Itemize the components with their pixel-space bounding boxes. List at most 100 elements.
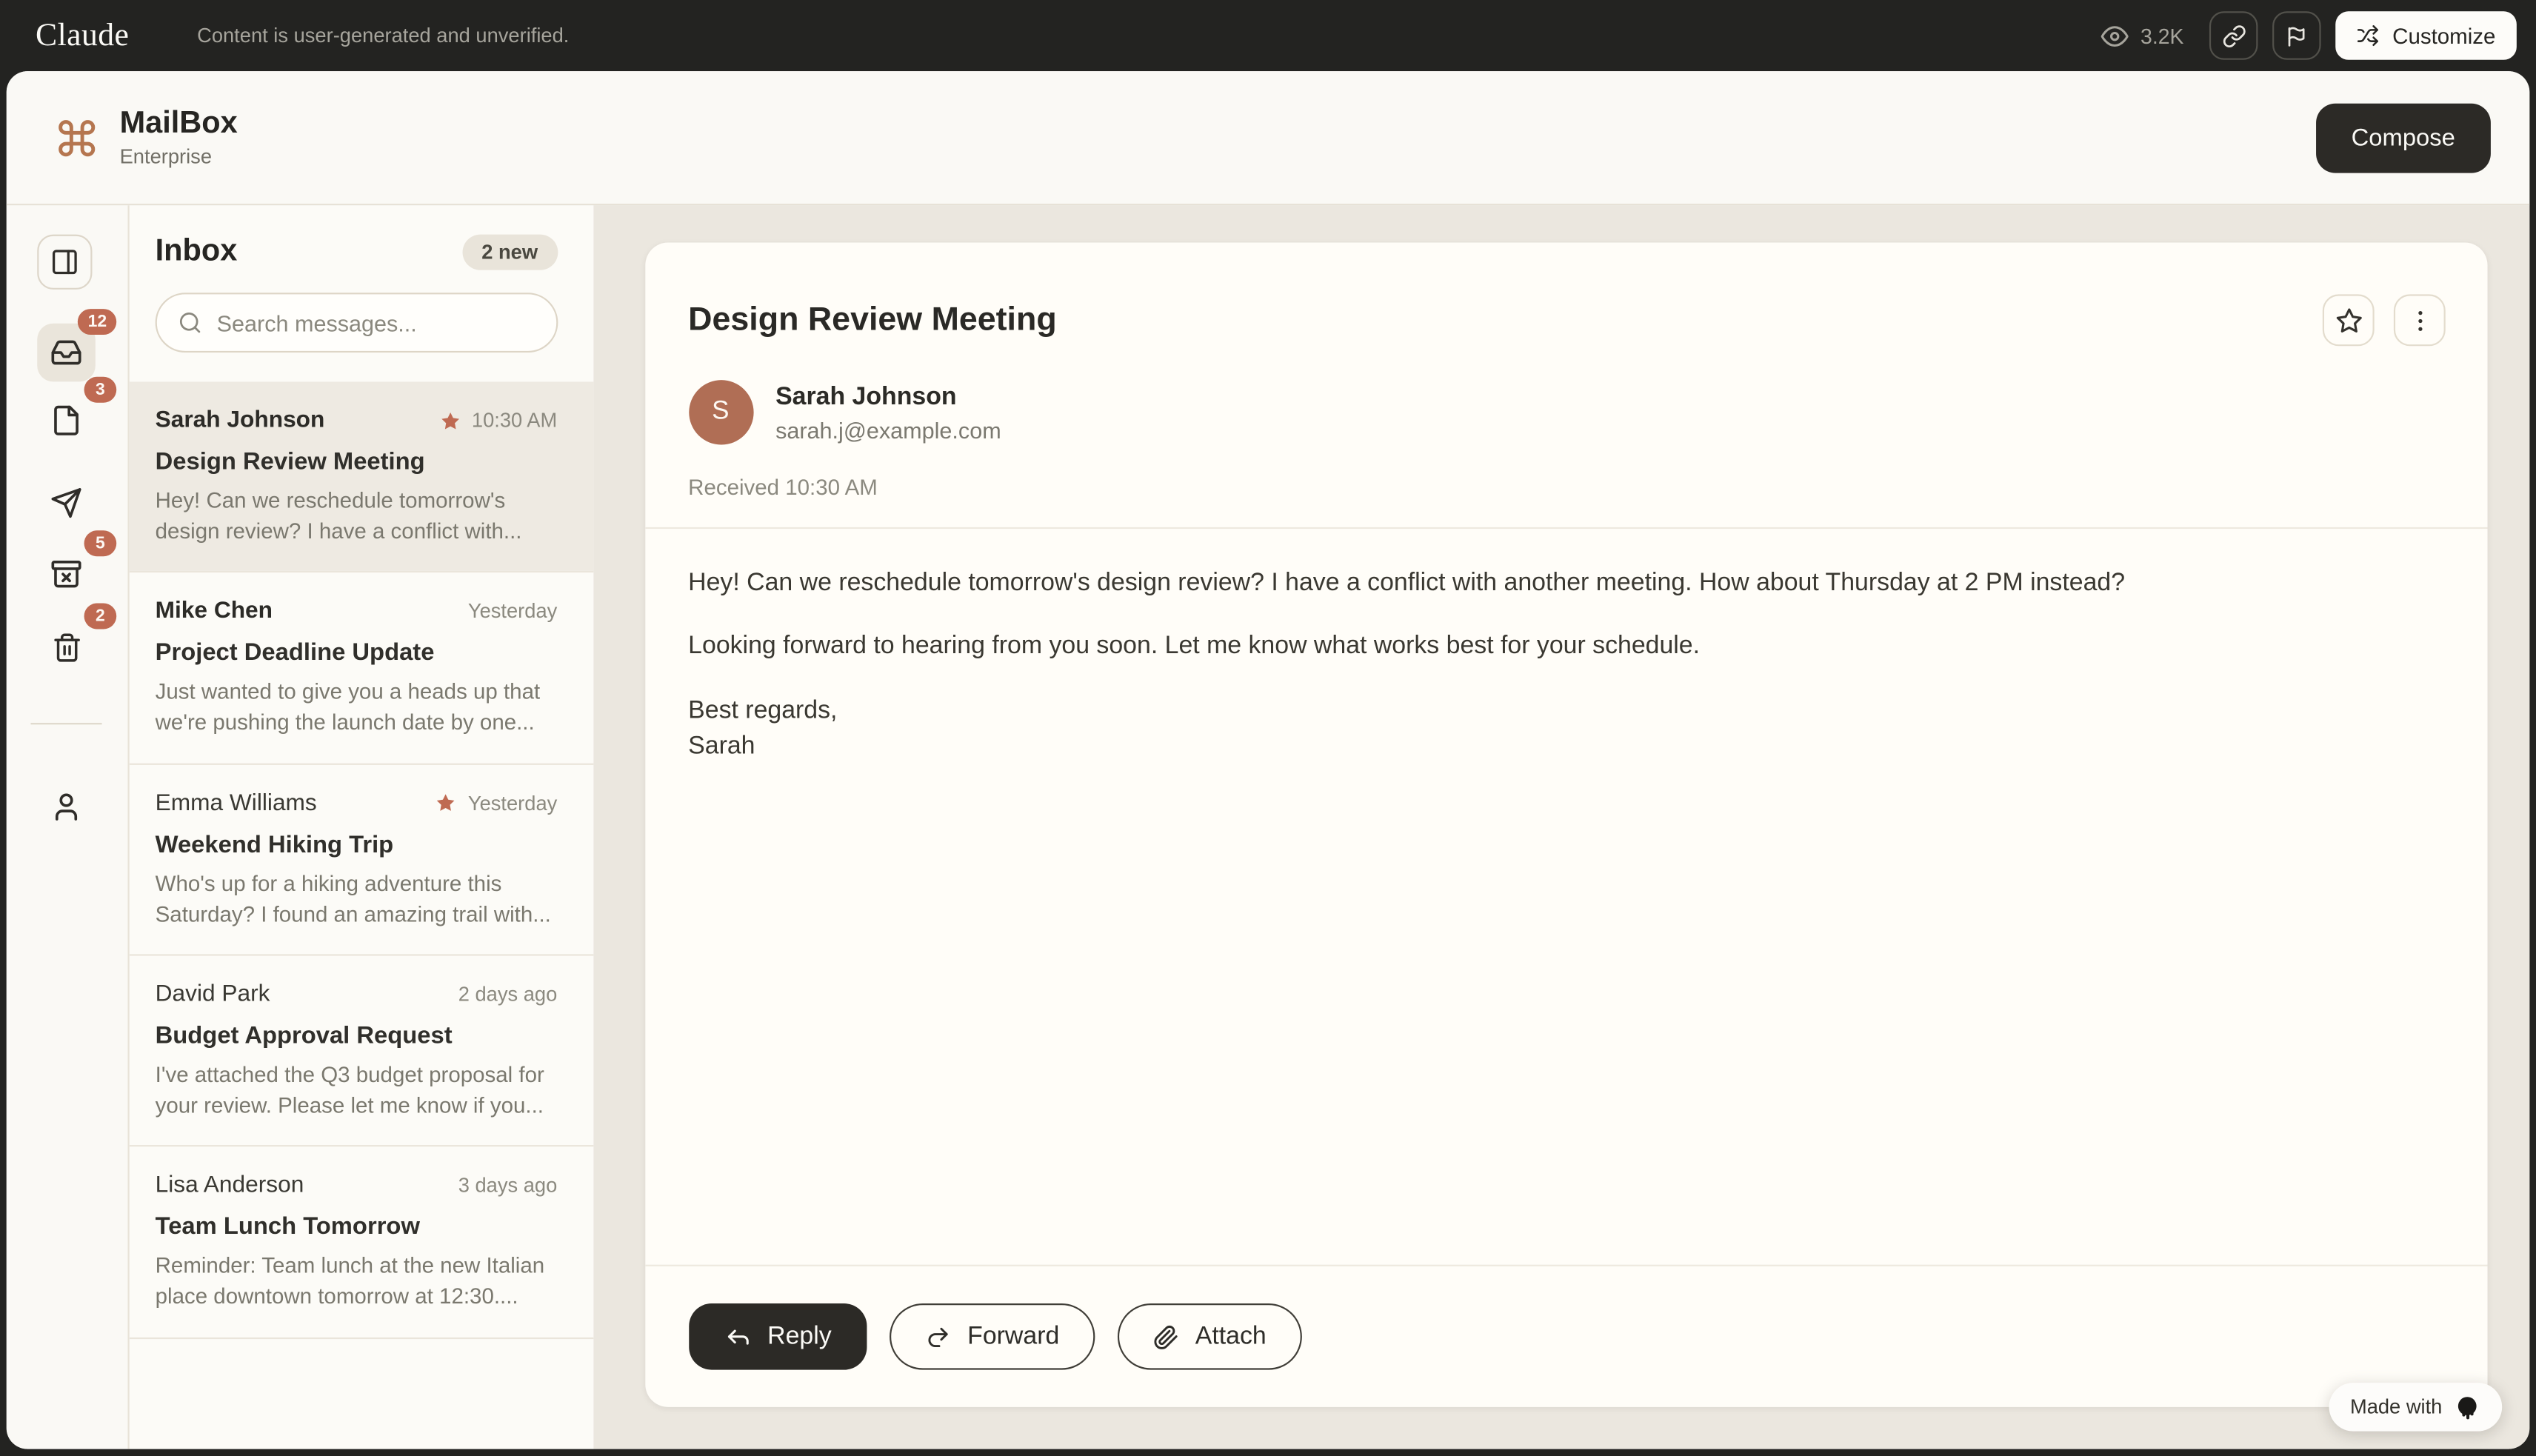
sidebar-item-drafts[interactable]: 3 xyxy=(37,391,96,450)
body-paragraph: Looking forward to hearing from you soon… xyxy=(688,630,2439,666)
page: Claude Content is user-generated and unv… xyxy=(0,0,2536,1456)
star-icon xyxy=(436,792,456,813)
message-preview: Reminder: Team lunch at the new Italian … xyxy=(156,1251,558,1313)
mailbox-app: MailBox Enterprise Compose 12 3 xyxy=(7,71,2530,1449)
sidebar-item-sent[interactable] xyxy=(37,474,96,532)
report-flag-button[interactable] xyxy=(2273,11,2322,60)
star-email-button[interactable] xyxy=(2323,294,2375,346)
attach-button[interactable]: Attach xyxy=(1118,1304,1302,1371)
email-subject: Design Review Meeting xyxy=(688,294,1057,339)
send-icon xyxy=(50,487,83,519)
message-time: 3 days ago xyxy=(458,1175,558,1198)
compose-button[interactable]: Compose xyxy=(2316,103,2491,173)
more-options-button[interactable] xyxy=(2394,294,2446,346)
trash-count-badge: 2 xyxy=(84,604,117,630)
icon-sidebar: 12 3 5 2 xyxy=(7,205,129,1449)
search-icon xyxy=(178,310,202,335)
eye-icon xyxy=(2102,21,2129,49)
message-sender: Sarah Johnson xyxy=(156,407,325,433)
search-input[interactable] xyxy=(217,310,535,335)
message-row[interactable]: David Park 2 days ago Budget Approval Re… xyxy=(129,954,593,1145)
customize-label: Customize xyxy=(2392,24,2495,48)
sidebar-toggle-button[interactable] xyxy=(37,235,92,290)
message-row[interactable]: Mike Chen Yesterday Project Deadline Upd… xyxy=(129,572,593,763)
message-row[interactable]: Sarah Johnson 10:30 AM Design Review Mee… xyxy=(129,381,593,571)
app-title: MailBox xyxy=(120,106,238,143)
message-subject: Budget Approval Request xyxy=(156,1022,558,1049)
drafts-count-badge: 3 xyxy=(84,377,117,403)
paperclip-icon xyxy=(1153,1324,1179,1350)
message-time: 2 days ago xyxy=(458,984,558,1006)
attach-label: Attach xyxy=(1195,1323,1267,1352)
email-actions xyxy=(2323,294,2446,346)
shuffle-icon xyxy=(2357,24,2380,47)
sender-avatar: S xyxy=(688,380,753,444)
star-icon xyxy=(439,410,460,431)
reply-arrow-icon xyxy=(724,1323,751,1351)
message-preview: Who's up for a hiking adventure this Sat… xyxy=(156,868,558,930)
reply-button[interactable]: Reply xyxy=(688,1304,867,1371)
app-header: MailBox Enterprise Compose xyxy=(7,71,2530,205)
inbox-count-badge: 12 xyxy=(79,309,117,335)
message-row[interactable]: Lisa Anderson 3 days ago Team Lunch Tomo… xyxy=(129,1146,593,1337)
topbar-actions: 3.2K Customize xyxy=(2102,11,2517,60)
sidebar-item-profile[interactable] xyxy=(37,778,96,836)
received-timestamp: Received 10:30 AM xyxy=(688,475,2487,500)
archive-x-icon xyxy=(50,558,83,590)
message-list: Sarah Johnson 10:30 AM Design Review Mee… xyxy=(129,381,593,1449)
copy-link-button[interactable] xyxy=(2209,11,2258,60)
forward-button[interactable]: Forward xyxy=(890,1304,1095,1371)
list-header: Inbox 2 new xyxy=(129,205,593,353)
claude-blob-icon xyxy=(2454,1394,2481,1421)
email-sender-block: S Sarah Johnson sarah.j@example.com xyxy=(688,380,2487,444)
user-icon xyxy=(50,791,83,824)
message-preview: Just wanted to give you a heads up that … xyxy=(156,676,558,738)
forward-label: Forward xyxy=(967,1323,1059,1352)
made-with-claude-badge[interactable]: Made with xyxy=(2329,1383,2503,1432)
link-icon xyxy=(2222,24,2246,48)
customize-button[interactable]: Customize xyxy=(2336,11,2517,60)
message-subject: Weekend Hiking Trip xyxy=(156,831,558,858)
list-end-divider xyxy=(129,1337,593,1356)
message-list-panel: Inbox 2 new Sarah Johnson xyxy=(129,205,593,1449)
app-title-block: MailBox Enterprise xyxy=(120,106,238,169)
trash-icon xyxy=(51,632,81,662)
body-signature: Best regards,Sarah xyxy=(688,694,2439,767)
message-sender: Mike Chen xyxy=(156,599,273,625)
new-count-badge: 2 new xyxy=(462,235,557,270)
message-time: Yesterday xyxy=(468,792,557,815)
file-icon xyxy=(50,404,83,437)
claude-top-bar: Claude Content is user-generated and unv… xyxy=(0,0,2536,71)
message-sender: David Park xyxy=(156,981,270,1007)
email-body: Hey! Can we reschedule tomorrow's design… xyxy=(644,529,2487,794)
sender-name: Sarah Johnson xyxy=(775,382,1001,411)
app-subtitle: Enterprise xyxy=(120,146,238,169)
message-subject: Design Review Meeting xyxy=(156,448,558,475)
message-subject: Project Deadline Update xyxy=(156,639,558,667)
command-logo-icon xyxy=(55,116,99,159)
archive-count-badge: 5 xyxy=(84,530,117,556)
message-time: Yesterday xyxy=(468,601,557,624)
reply-label: Reply xyxy=(767,1323,832,1352)
message-subject: Team Lunch Tomorrow xyxy=(156,1213,558,1240)
email-footer: Reply Forward Attach xyxy=(644,1265,2487,1407)
sidebar-item-archive[interactable]: 5 xyxy=(37,545,96,604)
sidebar-divider xyxy=(30,723,101,724)
star-outline-icon xyxy=(2335,307,2362,334)
made-with-label: Made with xyxy=(2350,1396,2442,1419)
email-card: Design Review Meeting S xyxy=(644,243,2487,1408)
sidebar-item-inbox[interactable]: 12 xyxy=(37,324,96,382)
view-counter: 3.2K xyxy=(2102,21,2184,49)
claude-logo: Claude xyxy=(36,17,129,54)
message-sender: Emma Williams xyxy=(156,790,317,816)
message-row[interactable]: Emma Williams Yesterday Weekend Hiking T… xyxy=(129,763,593,954)
inbox-title: Inbox xyxy=(156,235,238,270)
message-preview: Hey! Can we reschedule tomorrow's design… xyxy=(156,485,558,547)
sidebar-item-trash[interactable]: 2 xyxy=(37,618,96,676)
content-disclaimer: Content is user-generated and unverified… xyxy=(197,24,569,47)
reading-pane: Design Review Meeting S xyxy=(593,205,2529,1449)
message-sender: Lisa Anderson xyxy=(156,1173,304,1199)
panel-icon xyxy=(50,247,79,276)
message-time: 10:30 AM xyxy=(472,409,557,432)
app-body: 12 3 5 2 xyxy=(7,205,2530,1449)
